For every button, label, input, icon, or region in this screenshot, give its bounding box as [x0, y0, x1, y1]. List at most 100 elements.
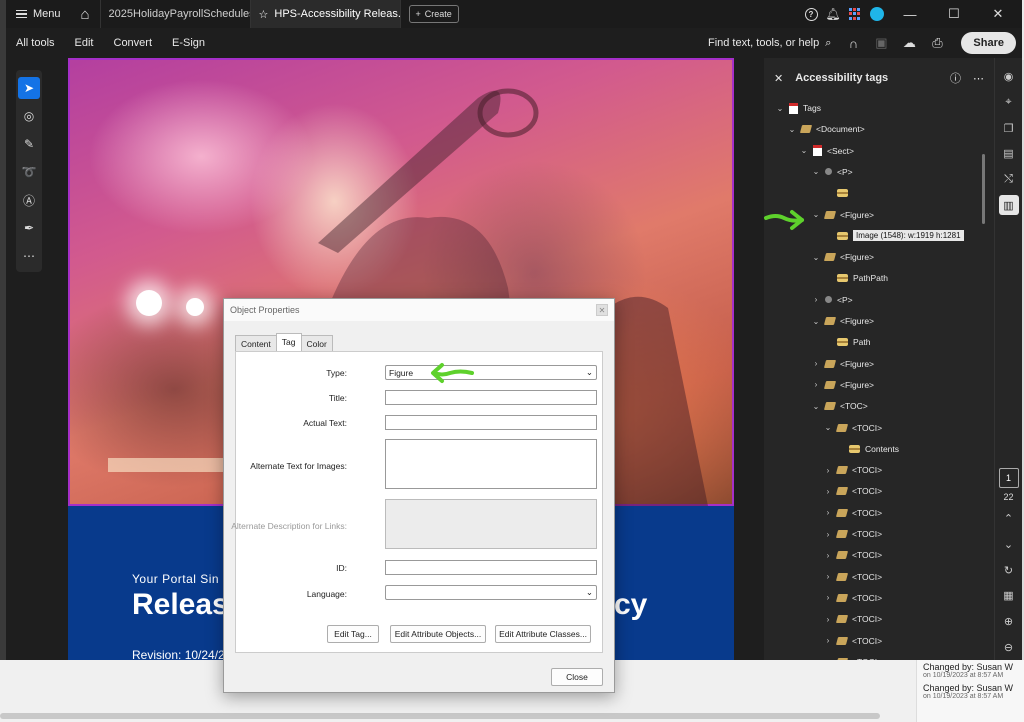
- chevron-down-icon[interactable]: ⌄: [824, 423, 832, 432]
- language-select[interactable]: ⌄: [385, 585, 597, 600]
- tab-payroll-schedules[interactable]: 2025HolidayPayrollSchedules (3...: [101, 0, 251, 28]
- chevron-down-icon[interactable]: ⌄: [812, 167, 820, 176]
- background-scrollbar[interactable]: [0, 713, 880, 719]
- tag-tree-item[interactable]: ⌄ <Sect>: [800, 143, 854, 159]
- current-page-field[interactable]: 1: [998, 468, 1019, 488]
- tag-tree-item[interactable]: ⌄ <Figure>: [812, 207, 874, 223]
- text-box-icon[interactable]: Ⓐ: [18, 189, 40, 211]
- pages-icon[interactable]: ❐: [999, 118, 1019, 138]
- maximize-icon[interactable]: ☐: [936, 0, 972, 28]
- tag-tree-item[interactable]: ⌄ <TOC>: [812, 398, 868, 414]
- tab-color[interactable]: Color: [300, 335, 333, 351]
- star-icon[interactable]: ☆: [259, 8, 269, 21]
- chevron-right-icon[interactable]: ›: [824, 487, 832, 496]
- chevron-down-icon[interactable]: ⌄: [812, 402, 820, 411]
- chevron-right-icon[interactable]: ›: [824, 615, 832, 624]
- tag-tree-item[interactable]: ⌄ Tags: [776, 100, 821, 116]
- chevron-right-icon[interactable]: ›: [824, 508, 832, 517]
- actual-text-input[interactable]: [385, 415, 597, 430]
- tag-tree-item[interactable]: PathPath: [824, 270, 888, 286]
- tag-tree-item[interactable]: › <TOCI>: [824, 654, 882, 660]
- chevron-down-icon[interactable]: ⌄: [812, 253, 820, 262]
- tag-tree-item[interactable]: › <P>: [812, 292, 853, 308]
- esign-menu[interactable]: E-Sign: [162, 37, 215, 49]
- tag-tree-item[interactable]: Path: [824, 334, 871, 350]
- tag-tree-item[interactable]: › <TOCI>: [824, 462, 882, 478]
- cloud-upload-icon[interactable]: ☁: [898, 32, 920, 54]
- compare-icon[interactable]: ⤭: [999, 170, 1019, 190]
- close-panel-icon[interactable]: ✕: [774, 72, 783, 85]
- create-button[interactable]: + Create: [408, 5, 459, 23]
- avatar[interactable]: [870, 7, 884, 21]
- close-button[interactable]: Close: [551, 668, 603, 686]
- tab-tag[interactable]: Tag: [275, 333, 302, 351]
- chevron-right-icon[interactable]: ›: [824, 572, 832, 581]
- zoom-out-icon[interactable]: ⊖: [999, 637, 1019, 657]
- sign-icon[interactable]: ✒: [18, 217, 40, 239]
- edit-attribute-objects-button[interactable]: Edit Attribute Objects...: [390, 625, 486, 643]
- print-icon[interactable]: ⎙: [926, 32, 948, 54]
- tag-tree-item[interactable]: ⌄ <TOCI>: [824, 420, 882, 436]
- chevron-down-icon[interactable]: ⌄: [812, 317, 820, 326]
- tag-tree-item[interactable]: Contents: [836, 441, 899, 457]
- tag-tree-item[interactable]: › <TOCI>: [824, 590, 882, 606]
- chevron-right-icon[interactable]: ›: [824, 636, 832, 645]
- chevron-down-icon[interactable]: ⌄: [999, 535, 1019, 555]
- select-cursor-icon[interactable]: ➤: [18, 77, 40, 99]
- title-input[interactable]: [385, 390, 597, 405]
- tag-tree-item[interactable]: ⌄ <Figure>: [812, 249, 874, 265]
- tab-hps-accessibility[interactable]: ☆ HPS-Accessibility Releas... ✕: [250, 0, 401, 28]
- info-icon[interactable]: ⓘ: [950, 70, 961, 86]
- tag-tree-item[interactable]: › <TOCI>: [824, 483, 882, 499]
- comment-panel-icon[interactable]: ◉: [999, 67, 1019, 87]
- tag-tree-item[interactable]: ⌄ <Figure>: [812, 313, 874, 329]
- chevron-right-icon[interactable]: ›: [812, 295, 820, 304]
- minimize-icon[interactable]: —: [892, 0, 928, 28]
- dialog-close-icon[interactable]: ✕: [596, 304, 608, 316]
- help-icon[interactable]: ?: [804, 7, 818, 21]
- rotate-icon[interactable]: ↻: [999, 560, 1019, 580]
- tag-tree-item[interactable]: › <TOCI>: [824, 569, 882, 585]
- chevron-right-icon[interactable]: ›: [824, 593, 832, 602]
- type-select[interactable]: Figure ⌄: [385, 365, 597, 380]
- tab-content[interactable]: Content: [235, 335, 277, 351]
- chevron-down-icon[interactable]: ⌄: [800, 146, 808, 155]
- menu-button[interactable]: Menu: [6, 0, 71, 28]
- tag-tree-item[interactable]: › <TOCI>: [824, 505, 882, 521]
- more-options-icon[interactable]: ⋯: [973, 72, 984, 85]
- accessibility-tags-icon[interactable]: ▥: [998, 195, 1019, 216]
- chevron-right-icon[interactable]: ›: [812, 359, 820, 368]
- more-tools-icon[interactable]: ⋯: [18, 245, 40, 267]
- tag-tree-item[interactable]: › <TOCI>: [824, 633, 882, 649]
- chevron-down-icon[interactable]: ⌄: [788, 125, 796, 134]
- save-icon[interactable]: ▣: [870, 32, 892, 54]
- highlight-pen-icon[interactable]: ✎: [18, 133, 40, 155]
- edit-tag-button[interactable]: Edit Tag...: [327, 625, 379, 643]
- share-button[interactable]: Share: [961, 32, 1016, 54]
- chevron-down-icon[interactable]: ⌄: [812, 210, 820, 219]
- tag-tree-item[interactable]: [824, 185, 853, 201]
- dialog-title-bar[interactable]: Object Properties ✕: [224, 299, 614, 321]
- id-input[interactable]: [385, 560, 597, 575]
- apps-grid-icon[interactable]: [848, 7, 862, 21]
- chevron-right-icon[interactable]: ›: [824, 657, 832, 660]
- comment-item[interactable]: Changed by: Susan W on 10/19/2023 at 8:5…: [917, 681, 1024, 702]
- chevron-right-icon[interactable]: ›: [824, 466, 832, 475]
- comment-item[interactable]: Changed by: Susan W on 10/19/2023 at 8:5…: [917, 660, 1024, 681]
- draw-lasso-icon[interactable]: ➰: [18, 161, 40, 183]
- edit-menu[interactable]: Edit: [65, 37, 104, 49]
- convert-menu[interactable]: Convert: [104, 37, 163, 49]
- all-tools-menu[interactable]: All tools: [6, 37, 65, 49]
- tag-tree-item[interactable]: › <TOCI>: [824, 526, 882, 542]
- bell-icon[interactable]: 🔔︎: [825, 7, 840, 21]
- headphones-icon[interactable]: ∩: [842, 32, 864, 54]
- add-comment-icon[interactable]: ◎: [18, 105, 40, 127]
- close-window-icon[interactable]: ✕: [980, 0, 1016, 28]
- chevron-right-icon[interactable]: ›: [824, 530, 832, 539]
- tag-tree-item[interactable]: Image (1548): w:1919 h:1281: [824, 228, 964, 244]
- tag-tree-item[interactable]: ⌄ <P>: [812, 164, 853, 180]
- chevron-up-icon[interactable]: ⌃: [999, 509, 1019, 529]
- find-tools-search[interactable]: Find text, tools, or help ⌕: [708, 37, 831, 50]
- tag-tree-item[interactable]: › <Figure>: [812, 356, 874, 372]
- alt-text-textarea[interactable]: [385, 439, 597, 489]
